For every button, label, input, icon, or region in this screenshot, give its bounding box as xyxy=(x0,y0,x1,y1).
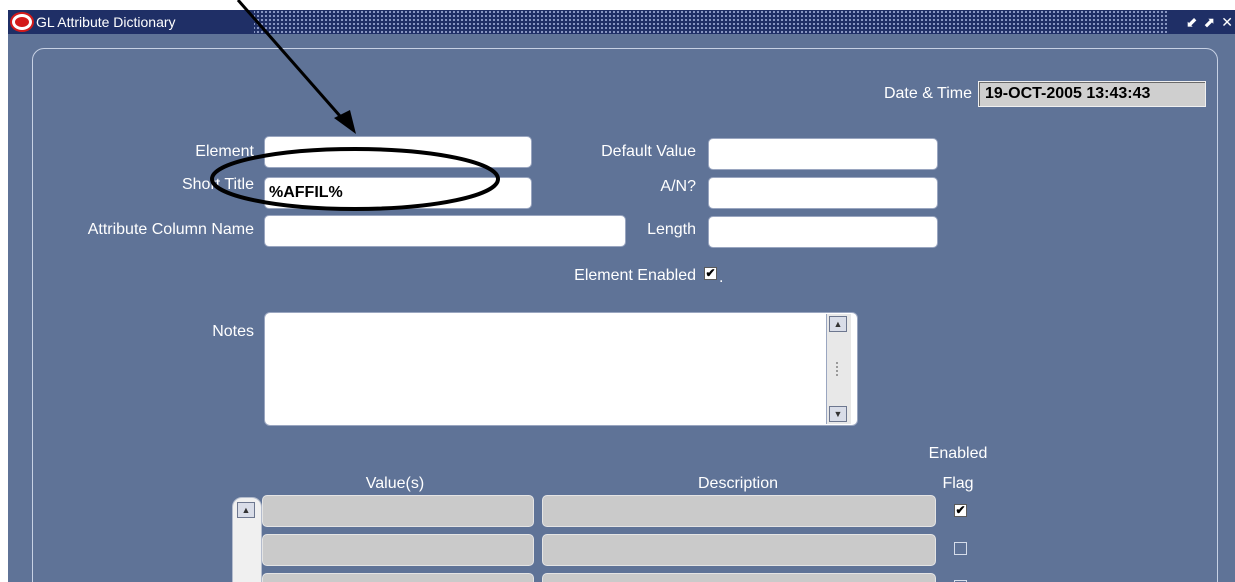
close-icon[interactable]: ✕ xyxy=(1221,14,1233,31)
length-label: Length xyxy=(647,221,696,238)
notes-scrollbar[interactable]: ▲ ▼ xyxy=(826,314,851,424)
window-controls: ⬋ ⬈ ✕ xyxy=(1167,10,1235,34)
scroll-grip[interactable] xyxy=(836,362,842,376)
table-row-0-enabled-checkbox[interactable]: ✔ xyxy=(954,504,967,517)
window-title: GL Attribute Dictionary xyxy=(36,14,176,30)
scroll-down-icon[interactable]: ▼ xyxy=(829,406,847,422)
title-bar[interactable]: GL Attribute Dictionary ⬋ ⬈ ✕ xyxy=(8,10,1235,34)
default-value-label: Default Value xyxy=(601,143,696,160)
datetime-label: Date & Time xyxy=(883,85,972,102)
notes-label: Notes xyxy=(212,323,254,340)
table-row-1-enabled-checkbox[interactable] xyxy=(954,542,967,555)
short-title-label: Short Title xyxy=(181,176,254,193)
title-left: GL Attribute Dictionary xyxy=(8,10,176,34)
table-row-0-value[interactable] xyxy=(262,495,534,527)
notes-textarea[interactable] xyxy=(264,312,858,426)
an-field[interactable] xyxy=(708,177,938,209)
an-label: A/N? xyxy=(660,178,696,195)
values-column-header: Value(s) xyxy=(365,475,425,492)
table-row-0-description[interactable] xyxy=(542,495,936,527)
element-field[interactable] xyxy=(264,136,532,168)
element-enabled-suffix: . xyxy=(719,269,724,286)
short-title-field[interactable]: %AFFIL% xyxy=(264,177,532,209)
default-value-field[interactable] xyxy=(708,138,938,170)
element-label: Element xyxy=(195,143,254,160)
element-enabled-label: Element Enabled xyxy=(574,267,696,284)
datetime-value: 19-OCT-2005 13:43:43 xyxy=(978,81,1206,107)
attribute-column-name-label: Attribute Column Name xyxy=(87,221,254,238)
table-row-2-value[interactable] xyxy=(262,573,534,582)
form-window: GL Attribute Dictionary ⬋ ⬈ ✕ Date & Tim… xyxy=(8,10,1235,582)
attribute-column-name-field[interactable] xyxy=(264,215,626,247)
element-enabled-checkbox[interactable]: ✔ xyxy=(704,267,717,280)
table-scrollbar[interactable]: ▲ xyxy=(232,497,262,582)
description-column-header: Description xyxy=(697,475,779,492)
oracle-logo-icon xyxy=(12,14,32,30)
table-scroll-up-icon[interactable]: ▲ xyxy=(237,502,255,518)
length-field[interactable] xyxy=(708,216,938,248)
enabled-flag-header-line1: Enabled xyxy=(928,445,988,462)
scroll-up-icon[interactable]: ▲ xyxy=(829,316,847,332)
maximize-icon[interactable]: ⬈ xyxy=(1204,14,1216,31)
enabled-flag-header-line2: Flag xyxy=(942,475,974,492)
table-row-1-value[interactable] xyxy=(262,534,534,566)
minimize-icon[interactable]: ⬋ xyxy=(1186,14,1198,31)
table-row-1-description[interactable] xyxy=(542,534,936,566)
table-row-2-description[interactable] xyxy=(542,573,936,582)
